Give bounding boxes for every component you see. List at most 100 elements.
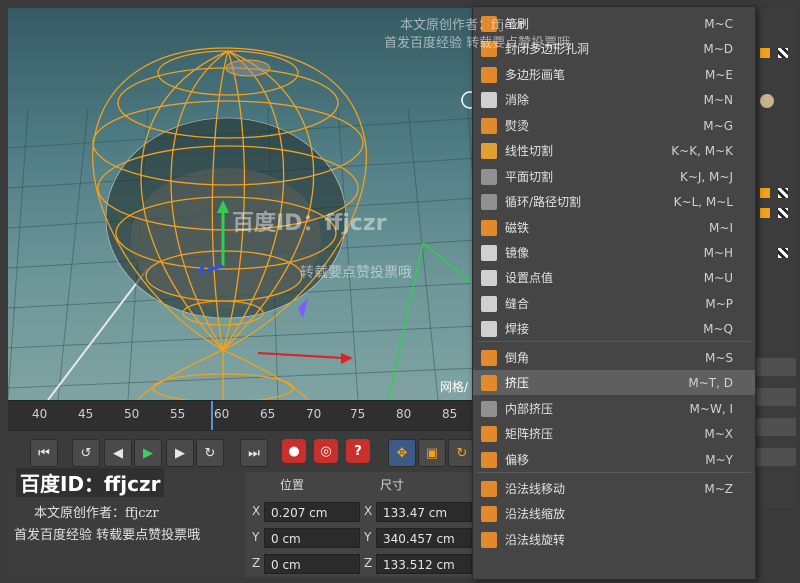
normal-move-icon [481,480,497,497]
tag-icon[interactable] [760,208,770,218]
x-axis-line [257,352,344,359]
menu-item-label: 偏移 [505,453,530,467]
menu-item[interactable]: 沿法线移动 M~Z [473,476,755,501]
set-point-icon [481,269,497,286]
material-ball-icon[interactable] [760,94,774,108]
menu-item[interactable]: 倒角 M~S [473,345,755,370]
play-button[interactable]: ▶ [134,439,162,467]
menu-item-shortcut: K~K, M~K [671,143,733,158]
help-button[interactable]: ? [346,439,370,463]
watermark-text: 首发百度经验 转载要点赞投票哦 [14,528,201,543]
menu-item[interactable]: 线性切割 K~K, M~K [473,138,755,163]
menu-item[interactable]: 焊接 M~Q [473,316,755,341]
size-x-field[interactable]: 133.47 cm [376,502,472,522]
pivot-marker [298,298,308,318]
menu-item[interactable]: 偏移 M~Y [473,447,755,472]
menu-item[interactable]: 内部挤压 M~W, I [473,396,755,421]
timeline-tick: 85 [442,407,458,421]
mesh-tools-menu: 笔刷 M~C 封闭多边形孔洞 M~D 多边形画笔 M~E 消除 M~N 熨烫 M~G 线性切割 K~K… [472,6,756,580]
magnet-icon [481,219,497,236]
watermark-text: 本文原创作者：ffjczr [400,18,525,33]
weld-icon [481,320,497,337]
watermark-text: 转载要点赞投票哦 [300,265,412,281]
stitch-icon [481,295,497,312]
scale-keys-icon[interactable]: ▣ [418,439,446,467]
tag-icon[interactable] [760,188,770,198]
menu-item[interactable]: 沿法线旋转 [473,527,755,552]
menu-item[interactable]: 多边形画笔 M~E [473,62,755,87]
menu-item[interactable]: 矩阵挤压 M~X [473,421,755,446]
panel-tab[interactable] [752,448,796,466]
pos-z-field[interactable]: 0 cm [264,554,360,574]
menu-item-label: 平面切割 [505,170,554,184]
menu-item-shortcut: M~G [703,118,733,133]
inner-core [131,168,321,308]
menu-item-label: 多边形画笔 [505,68,566,82]
menu-item[interactable]: 镜像 M~H [473,240,755,265]
viewport-scene [8,47,478,400]
menu-item-shortcut: M~Y [705,452,733,467]
menu-item-label: 熨烫 [505,119,530,133]
size-header: 尺寸 [380,478,405,492]
size-y-field[interactable]: 340.457 cm [376,528,472,548]
next-frame-button[interactable]: ▶ [166,439,194,467]
auto-key-button[interactable]: ◎ [314,439,338,463]
menu-item-shortcut: M~E [705,67,733,82]
timeline-tick: 75 [350,407,366,421]
menu-item-label: 沿法线移动 [505,482,566,496]
panel-tab[interactable] [752,418,796,436]
prev-frame-button[interactable]: ◀ [104,439,132,467]
menu-item-label: 线性切割 [505,144,554,158]
size-z-field[interactable]: 133.512 cm [376,554,472,574]
menu-item-label: 镜像 [505,246,530,260]
menu-item[interactable]: 熨烫 M~G [473,113,755,138]
menu-item[interactable]: 磁铁 M~I [473,215,755,240]
menu-item[interactable]: 消除 M~N [473,87,755,112]
move-keys-icon[interactable]: ✥ [388,439,416,467]
go-to-end-button[interactable]: ⏭ [240,439,268,467]
menu-item-label: 沿法线旋转 [505,533,566,547]
menu-item[interactable]: 沿法线缩放 [473,501,755,526]
size-y-label: Y [364,530,372,544]
extrude-inner-icon [481,400,497,417]
menu-item-label: 笔刷 [505,17,530,31]
matrix-extrude-icon [481,425,497,442]
smooth-shift-icon [481,451,497,468]
menu-item[interactable]: 缝合 M~P [473,291,755,316]
position-header: 位置 [280,478,305,492]
texture-tag-icon[interactable] [778,208,788,218]
menu-item-label: 缝合 [505,297,530,311]
mirror-icon [481,244,497,261]
menu-item[interactable]: 挤压 M~T, D [473,370,755,395]
menu-item[interactable]: 设置点值 M~U [473,265,755,290]
pos-z-label: Z [252,556,261,570]
next-key-button[interactable]: ↻ [196,439,224,467]
go-to-start-button[interactable]: ⏮ [30,439,58,467]
menu-item-label: 沿法线缩放 [505,507,566,521]
object-manager-strip [752,8,796,508]
menu-item-shortcut: K~L, M~L [673,194,733,209]
prev-key-button[interactable]: ↺ [72,439,100,467]
menu-item[interactable]: 平面切割 K~J, M~J [473,164,755,189]
loop-cut-icon [481,193,497,210]
texture-tag-icon[interactable] [778,248,788,258]
pos-y-field[interactable]: 0 cm [264,528,360,548]
texture-tag-icon[interactable] [778,188,788,198]
texture-tag-icon[interactable] [778,48,788,58]
panel-tab[interactable] [752,388,796,406]
menu-item-label: 矩阵挤压 [505,427,554,441]
tag-icon[interactable] [760,48,770,58]
playhead[interactable] [211,401,213,431]
menu-item-shortcut: M~H [703,245,733,260]
menu-item-label: 焊接 [505,322,530,336]
menu-item-shortcut: M~D [703,41,733,56]
timeline-tick: 70 [306,407,322,421]
menu-item[interactable]: 循环/路径切割 K~L, M~L [473,189,755,214]
panel-tab[interactable] [752,358,796,376]
iron-icon [481,117,497,134]
timeline-tick: 80 [396,407,412,421]
viewport-3d[interactable]: 网格/ [8,8,478,400]
record-button[interactable]: ● [282,439,306,463]
pos-x-field[interactable]: 0.207 cm [264,502,360,522]
timeline-ruler[interactable]: 40 45 50 55 60 65 70 75 80 85 [8,400,478,431]
